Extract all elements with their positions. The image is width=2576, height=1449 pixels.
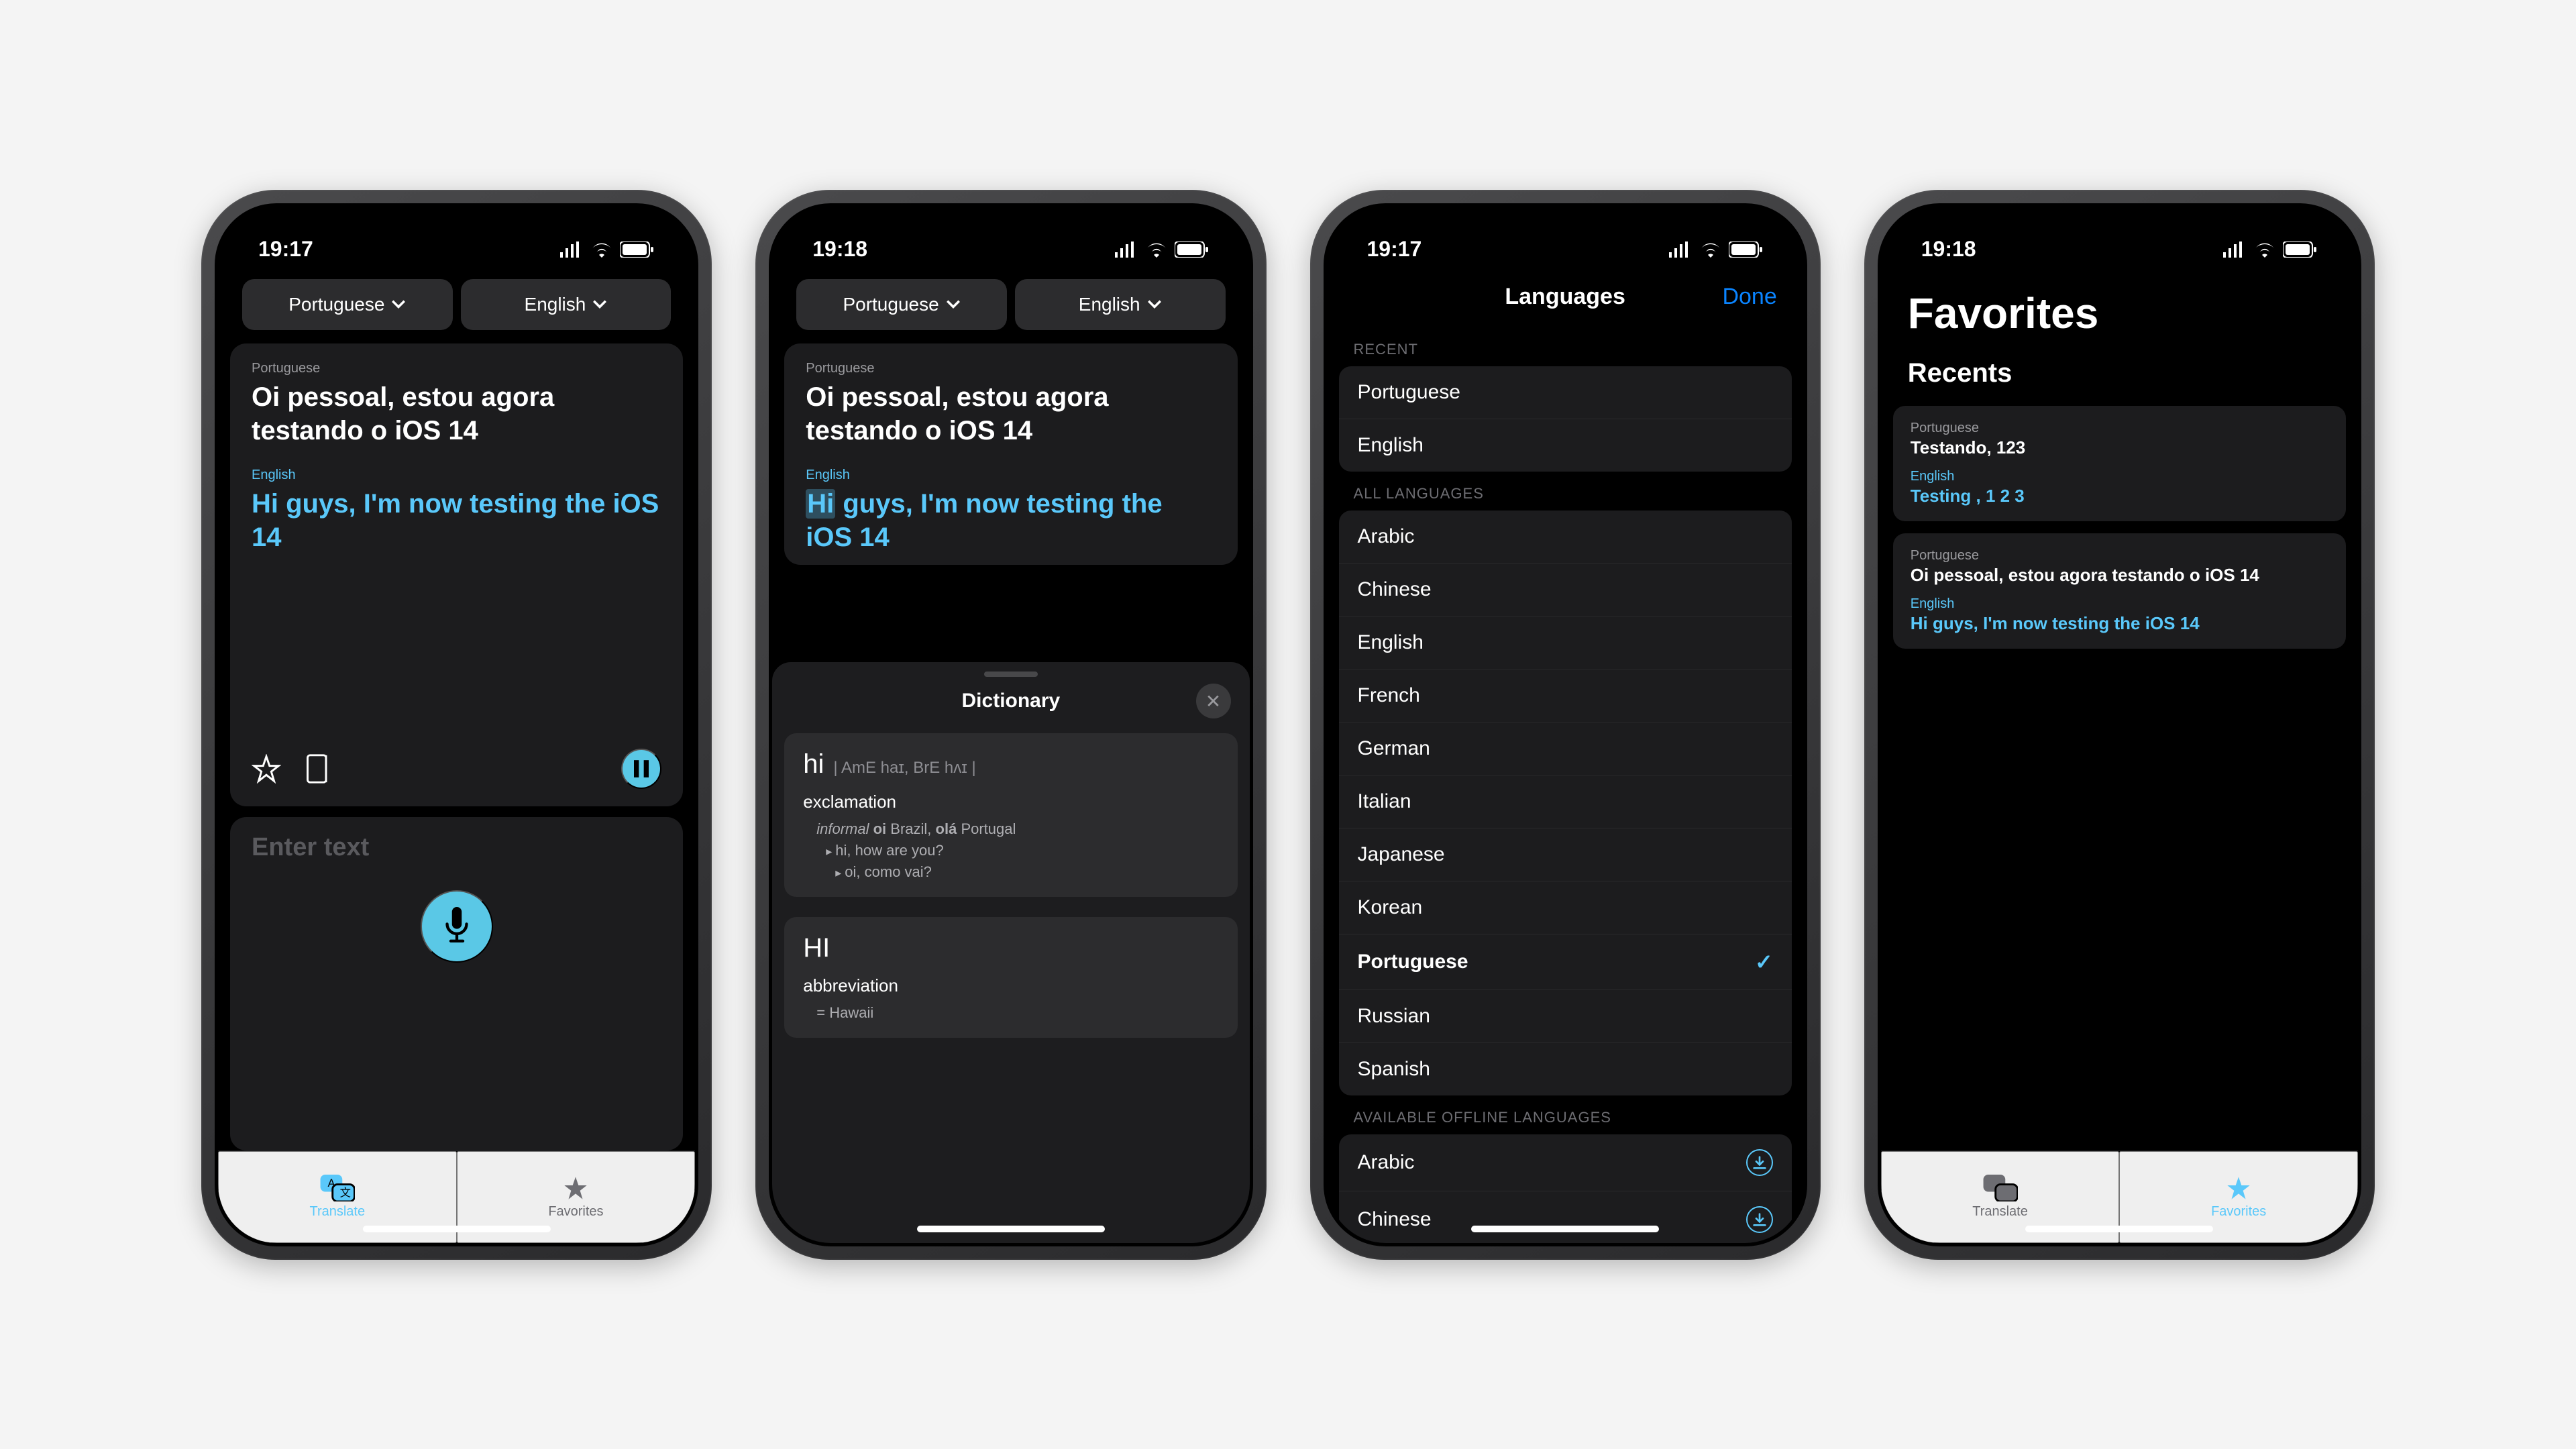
list-item[interactable]: Spanish	[1339, 1043, 1792, 1095]
svg-text:文: 文	[339, 1187, 350, 1199]
source-text: Oi pessoal, estou agora testando o iOS 1…	[252, 380, 661, 447]
status-time: 19:18	[812, 237, 867, 262]
list-item[interactable]: Chinese	[1339, 1191, 1792, 1243]
section-all: ALL LANGUAGES	[1327, 472, 1804, 511]
phone-2: 19:18 Portuguese English Portuguese Oi p…	[755, 190, 1266, 1260]
section-offline: AVAILABLE OFFLINE LANGUAGES	[1327, 1095, 1804, 1134]
list-item[interactable]: Japanese	[1339, 828, 1792, 881]
favorites-title: Favorites	[1908, 288, 2331, 338]
list-item[interactable]: French	[1339, 669, 1792, 722]
status-time: 19:17	[258, 237, 313, 262]
status-time: 19:18	[1921, 237, 1976, 262]
input-card[interactable]: Enter text	[230, 817, 683, 1150]
list-item[interactable]: Chinese	[1339, 564, 1792, 616]
list-item[interactable]: Portuguese	[1339, 366, 1792, 419]
list-item[interactable]: Russian	[1339, 990, 1792, 1043]
status-icons	[558, 241, 655, 258]
home-indicator[interactable]	[917, 1226, 1105, 1232]
status-icons	[1667, 241, 1764, 258]
input-placeholder: Enter text	[252, 833, 369, 862]
list-item[interactable]: German	[1339, 722, 1792, 775]
mic-button[interactable]	[421, 890, 493, 963]
target-lang-button[interactable]: English	[1015, 279, 1226, 330]
favorite-button[interactable]	[252, 754, 281, 784]
favorites-subtitle: Recents	[1908, 358, 2331, 388]
check-icon: ✓	[1755, 949, 1773, 975]
phone-1: 19:17 Portuguese English Portuguese Oi p…	[201, 190, 712, 1260]
dictionary-button[interactable]	[305, 754, 332, 784]
favorite-card[interactable]: PortugueseOi pessoal, estou agora testan…	[1893, 533, 2346, 649]
dictionary-sheet: Dictionary ✕ hi| AmE haɪ, BrE hʌɪ | excl…	[772, 662, 1249, 1242]
pause-button[interactable]	[621, 749, 661, 789]
nav-title: Languages	[1505, 284, 1625, 310]
translation-card: Portuguese Oi pessoal, estou agora testa…	[230, 343, 683, 806]
dict-entry-1: hi| AmE haɪ, BrE hʌɪ | exclamation infor…	[784, 733, 1237, 897]
section-recent: RECENT	[1327, 327, 1804, 366]
list-item[interactable]: Portuguese✓	[1339, 934, 1792, 990]
sheet-close-button[interactable]: ✕	[1196, 684, 1231, 718]
done-button[interactable]: Done	[1722, 284, 1776, 310]
target-text-highlighted: Hi guys, I'm now testing the iOS 14	[806, 487, 1216, 554]
source-lang-button[interactable]: Portuguese	[242, 279, 453, 330]
list-item[interactable]: English	[1339, 419, 1792, 472]
phone-3: 19:17 Languages Done RECENT PortugueseEn…	[1310, 190, 1821, 1260]
target-label: English	[252, 468, 661, 483]
phone-4: 19:18 Favorites Recents PortugueseTestan…	[1864, 190, 2375, 1260]
home-indicator[interactable]	[2025, 1226, 2213, 1232]
list-item[interactable]: Arabic	[1339, 511, 1792, 564]
home-indicator[interactable]	[363, 1226, 551, 1232]
status-icons	[1113, 241, 1210, 258]
source-label: Portuguese	[252, 361, 661, 376]
home-indicator[interactable]	[1471, 1226, 1659, 1232]
download-icon[interactable]	[1746, 1149, 1773, 1176]
target-text: Hi guys, I'm now testing the iOS 14	[252, 487, 661, 554]
download-icon[interactable]	[1746, 1206, 1773, 1233]
list-item[interactable]: English	[1339, 616, 1792, 669]
translation-card: Portuguese Oi pessoal, estou agora testa…	[784, 343, 1237, 565]
target-lang-button[interactable]: English	[461, 279, 672, 330]
status-time: 19:17	[1367, 237, 1422, 262]
source-lang-button[interactable]: Portuguese	[796, 279, 1007, 330]
list-item[interactable]: Korean	[1339, 881, 1792, 934]
list-item[interactable]: Arabic	[1339, 1134, 1792, 1191]
favorite-card[interactable]: PortugueseTestando, 123EnglishTesting , …	[1893, 406, 2346, 521]
svg-text:A: A	[327, 1177, 335, 1189]
status-icons	[2221, 241, 2318, 258]
list-item[interactable]: Italian	[1339, 775, 1792, 828]
sheet-title: Dictionary	[962, 690, 1061, 712]
dict-entry-2: HI abbreviation = Hawaii	[784, 917, 1237, 1038]
sheet-handle[interactable]	[984, 672, 1038, 677]
